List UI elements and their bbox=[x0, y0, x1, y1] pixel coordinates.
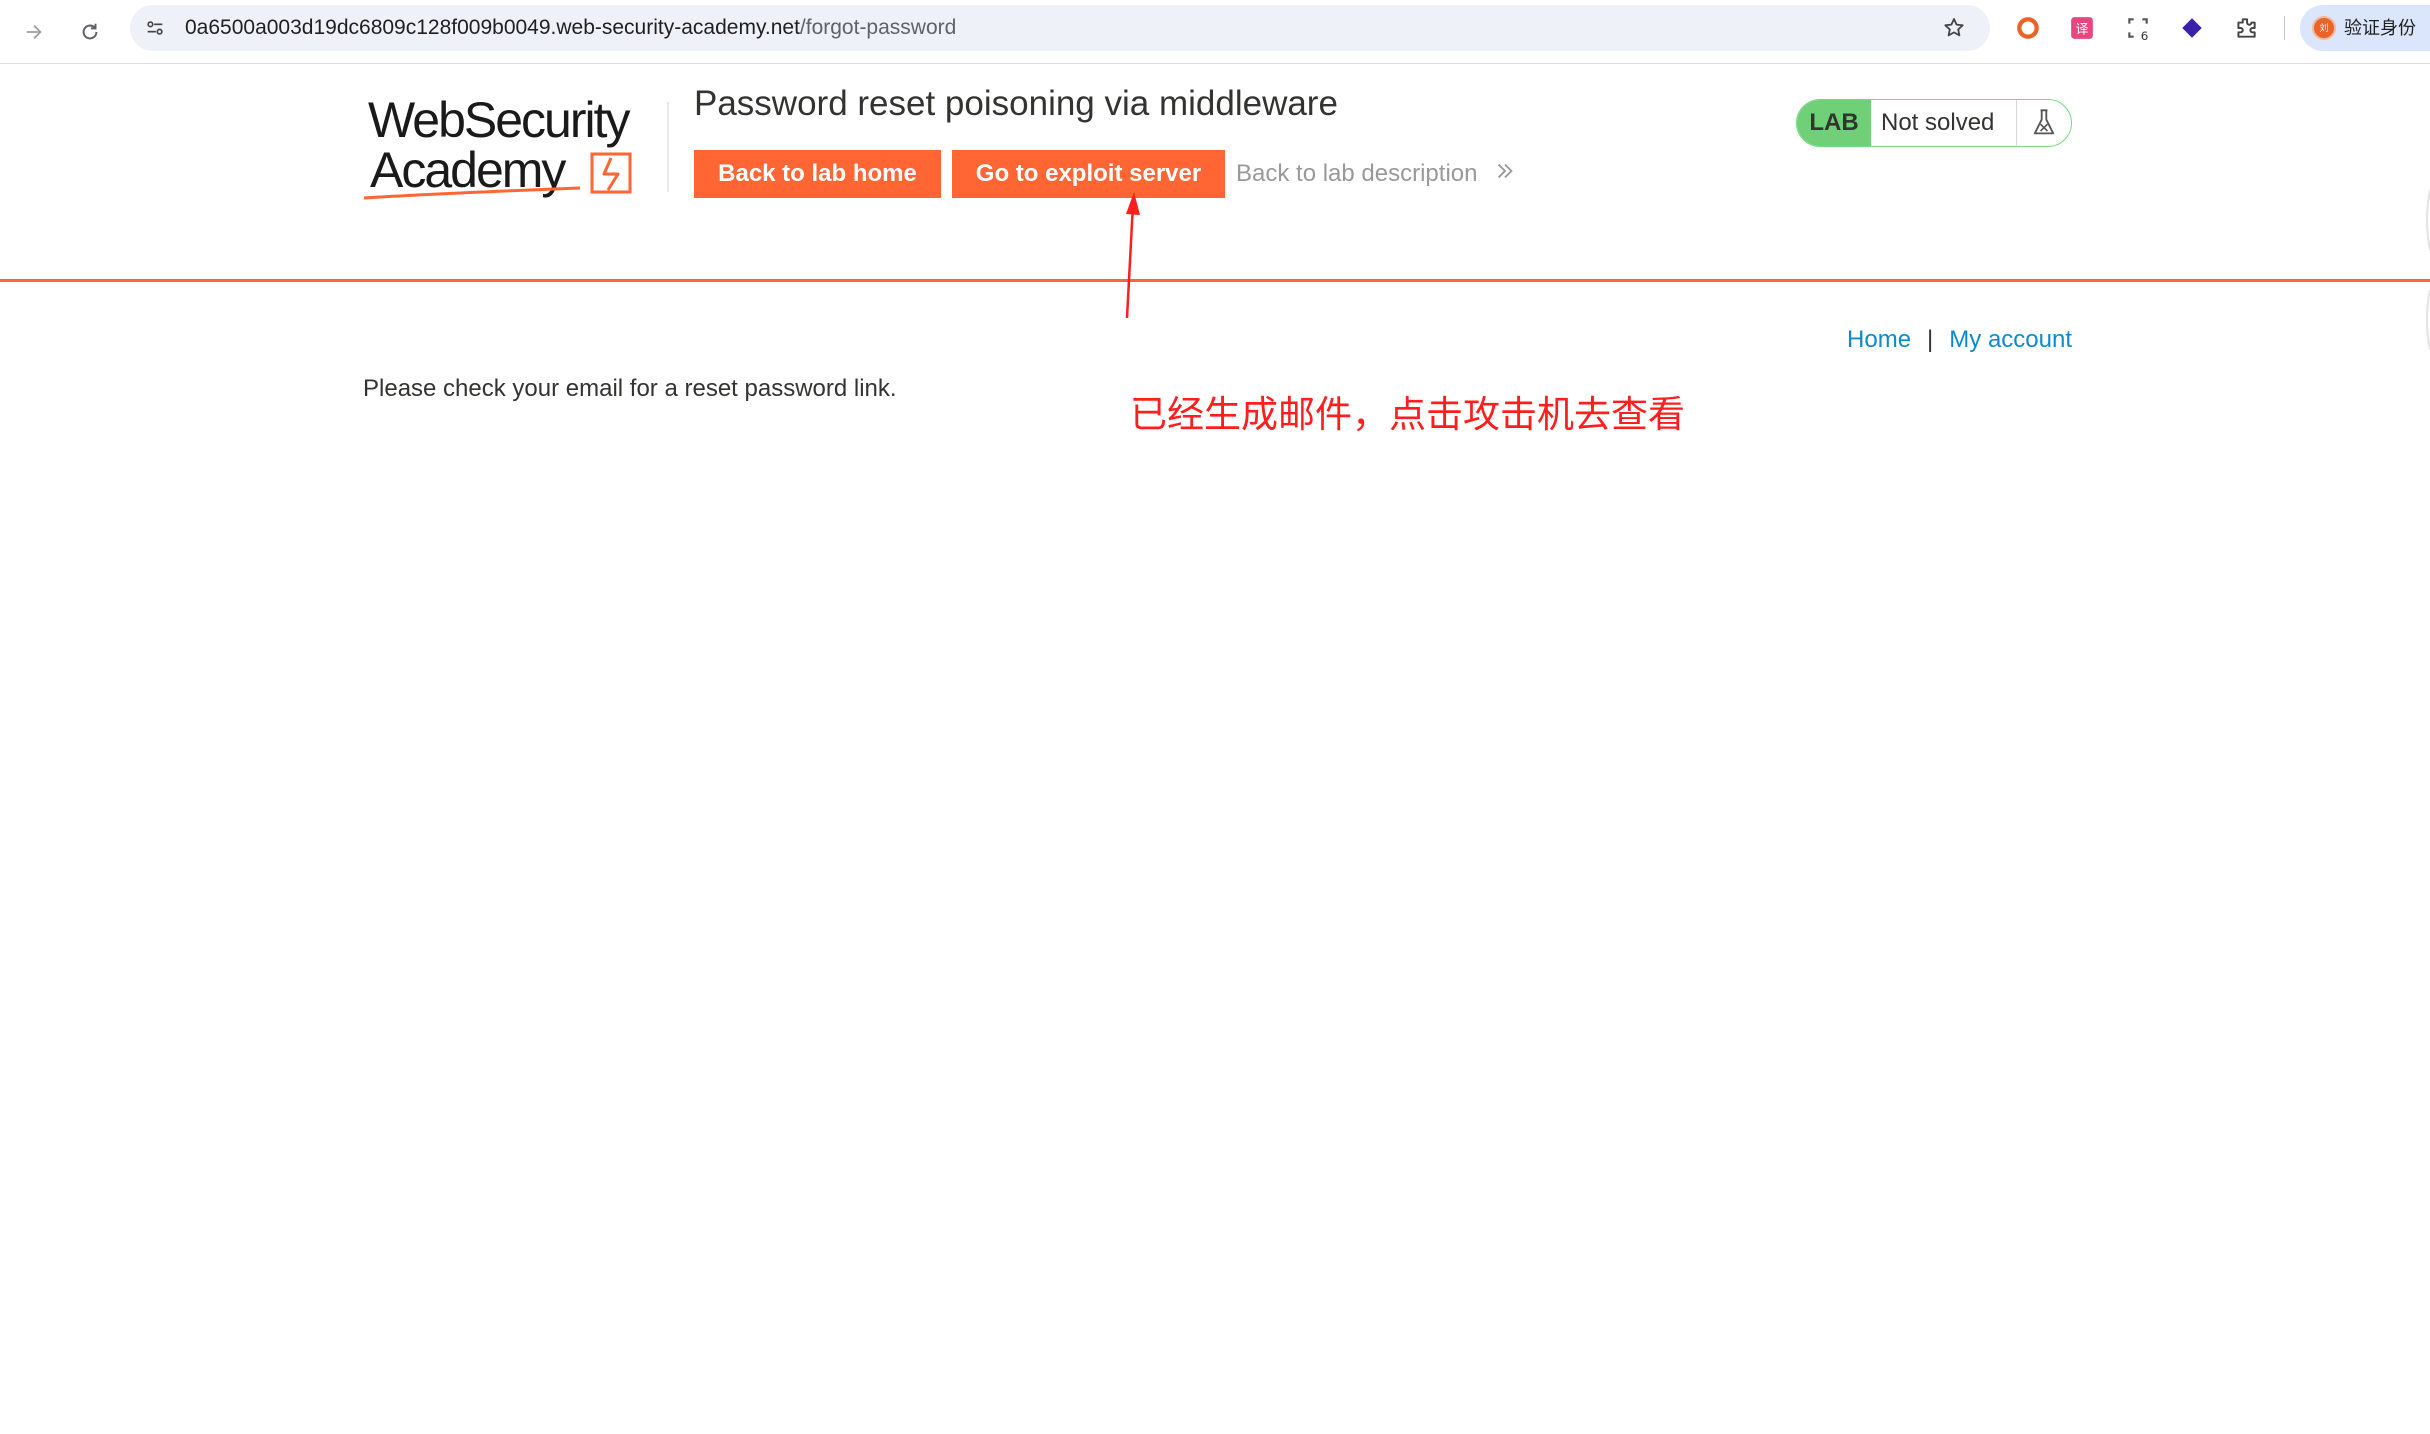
header-divider bbox=[0, 279, 2430, 282]
lab-tag: LAB bbox=[1797, 100, 1871, 146]
profile-label: 验证身份 bbox=[2344, 18, 2416, 38]
annotation-text: 已经生成邮件，点击攻击机去查看 bbox=[1130, 393, 1685, 436]
url-host: 0a6500a003d19dc6809c128f009b0049.web-sec… bbox=[185, 16, 800, 39]
extension-diamond-icon[interactable] bbox=[2178, 14, 2206, 42]
profile-avatar-icon: 刘 bbox=[2312, 16, 2336, 40]
double-chevron-right-icon bbox=[1494, 151, 1516, 199]
toolbar-divider bbox=[2284, 16, 2285, 40]
annotation-arrow-icon bbox=[1125, 192, 1140, 319]
browser-toolbar: 0a6500a003d19dc6809c128f009b0049.web-sec… bbox=[0, 0, 2430, 64]
my-account-link[interactable]: My account bbox=[1949, 326, 2072, 353]
bookmark-star-icon[interactable] bbox=[1940, 14, 1968, 42]
nav-separator: | bbox=[1927, 326, 1934, 353]
extension-capture-icon[interactable]: 6 bbox=[2124, 14, 2152, 42]
url-text[interactable]: 0a6500a003d19dc6809c128f009b0049.web-sec… bbox=[185, 5, 956, 51]
lab-status-text: Not solved bbox=[1881, 109, 1995, 136]
site-info-icon[interactable] bbox=[142, 15, 168, 41]
back-to-lab-home-button[interactable]: Back to lab home bbox=[694, 150, 941, 198]
scrollbar-edge bbox=[2426, 190, 2430, 350]
back-to-lab-description-link[interactable]: Back to lab description bbox=[1236, 150, 1516, 198]
extension-badge: 6 bbox=[2141, 29, 2149, 41]
reset-email-message: Please check your email for a reset pass… bbox=[363, 375, 897, 402]
back-to-lab-description-label: Back to lab description bbox=[1236, 160, 1478, 187]
profile-button[interactable]: 刘 验证身份 bbox=[2300, 5, 2430, 51]
account-nav: Home | My account bbox=[1847, 326, 2072, 354]
reload-icon[interactable] bbox=[70, 12, 110, 52]
extension-ring-icon[interactable] bbox=[2014, 14, 2042, 42]
lab-title: Password reset poisoning via middleware bbox=[694, 84, 1338, 123]
forward-icon[interactable] bbox=[14, 12, 54, 52]
logo-divider bbox=[667, 102, 669, 192]
lab-status-widget: LAB Not solved bbox=[1796, 99, 2072, 147]
web-security-academy-logo[interactable]: WebSecurity Academy bbox=[363, 90, 664, 205]
logo-line1: WebSecurity bbox=[368, 92, 631, 148]
extension-translate-icon[interactable]: 译 bbox=[2068, 14, 2096, 42]
flask-icon bbox=[2016, 100, 2071, 146]
address-bar[interactable]: 0a6500a003d19dc6809c128f009b0049.web-sec… bbox=[130, 5, 1990, 51]
url-path: /forgot-password bbox=[799, 16, 957, 39]
extensions-puzzle-icon[interactable] bbox=[2232, 14, 2260, 42]
go-to-exploit-server-button[interactable]: Go to exploit server bbox=[952, 150, 1225, 198]
svg-text:译: 译 bbox=[2075, 22, 2088, 37]
home-link[interactable]: Home bbox=[1847, 326, 1911, 353]
